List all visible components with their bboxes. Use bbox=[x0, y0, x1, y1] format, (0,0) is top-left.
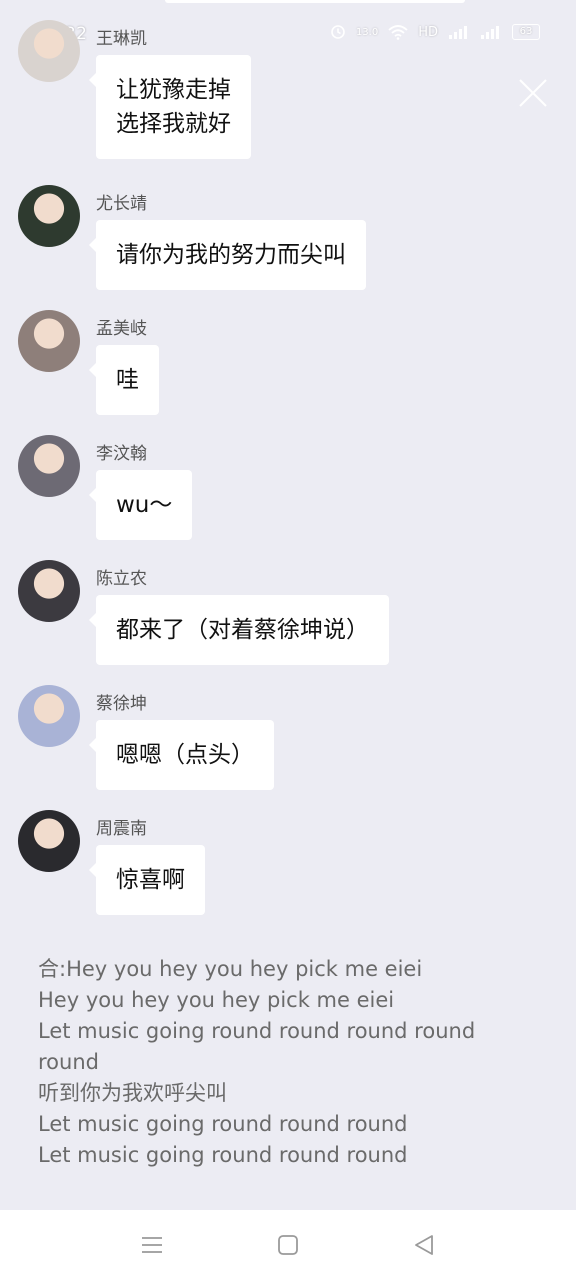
sender-name: 陈立农 bbox=[96, 569, 147, 589]
avatar[interactable] bbox=[18, 20, 80, 82]
avatar[interactable] bbox=[18, 435, 80, 497]
message-bubble[interactable]: wu～ bbox=[88, 470, 193, 540]
message-bubble[interactable]: 惊喜啊 bbox=[89, 845, 205, 915]
network-type: HD bbox=[418, 24, 438, 40]
message-bubble[interactable]: 让犹豫走掉选择我就好 bbox=[89, 55, 251, 159]
signal-icon-2 bbox=[481, 26, 499, 39]
message-text: 请你为我的努力而尖叫 bbox=[116, 242, 346, 268]
battery-icon: 63 bbox=[512, 24, 540, 40]
sender-name: 王琳凯 bbox=[96, 29, 147, 49]
message-text: 惊喜啊 bbox=[116, 867, 185, 893]
top-content-edge bbox=[165, 0, 465, 3]
sender-name: 蔡徐坤 bbox=[96, 694, 147, 714]
lyric-line: Let music going round round round bbox=[38, 1143, 408, 1167]
avatar[interactable] bbox=[18, 310, 80, 372]
lyric-line: 合:Hey you hey you hey pick me eiei bbox=[38, 957, 423, 981]
message-bubble[interactable]: 哇 bbox=[89, 345, 159, 415]
back-triangle-icon[interactable] bbox=[411, 1232, 437, 1258]
lyric-line: Let music going round round round round … bbox=[38, 1019, 476, 1074]
lyric-line: Let music going round round round bbox=[38, 1112, 408, 1136]
close-icon[interactable] bbox=[516, 76, 550, 110]
alarm-icon bbox=[331, 25, 345, 39]
wifi-icon bbox=[388, 25, 408, 40]
avatar[interactable] bbox=[18, 810, 80, 872]
home-square-icon[interactable] bbox=[275, 1232, 301, 1258]
message-bubble[interactable]: 嗯嗯（点头） bbox=[89, 720, 274, 790]
sender-name: 李汶翰 bbox=[96, 444, 147, 464]
sender-name: 孟美岐 bbox=[96, 319, 147, 339]
menu-icon[interactable] bbox=[139, 1232, 165, 1258]
status-icons: 13.0 HD 63 bbox=[330, 24, 540, 40]
message-text: 嗯嗯（点头） bbox=[116, 742, 254, 768]
lyric-line: 听到你为我欢呼尖叫 bbox=[38, 1081, 227, 1105]
avatar[interactable] bbox=[18, 560, 80, 622]
message-text: 都来了（对着蔡徐坤说） bbox=[116, 617, 369, 643]
message-bubble[interactable]: 都来了（对着蔡徐坤说） bbox=[89, 595, 389, 665]
avatar[interactable] bbox=[18, 685, 80, 747]
message-bubble[interactable]: 请你为我的努力而尖叫 bbox=[89, 220, 366, 290]
sender-name: 尤长靖 bbox=[96, 194, 147, 214]
network-speed: 13.0 bbox=[355, 26, 379, 38]
signal-icon bbox=[449, 26, 467, 39]
lyric-line: Hey you hey you hey pick me eiei bbox=[38, 988, 395, 1012]
message-text: 选择我就好 bbox=[116, 111, 231, 137]
lyrics-block: 合:Hey you hey you hey pick me eiei Hey y… bbox=[38, 954, 508, 1171]
message-text: 哇 bbox=[116, 367, 139, 393]
message-text: 让犹豫走掉 bbox=[116, 77, 231, 103]
sender-name: 周震南 bbox=[96, 819, 147, 839]
navigation-bar bbox=[0, 1210, 576, 1280]
avatar[interactable] bbox=[18, 185, 80, 247]
message-text: wu～ bbox=[116, 492, 173, 518]
battery-level: 63 bbox=[519, 26, 533, 37]
